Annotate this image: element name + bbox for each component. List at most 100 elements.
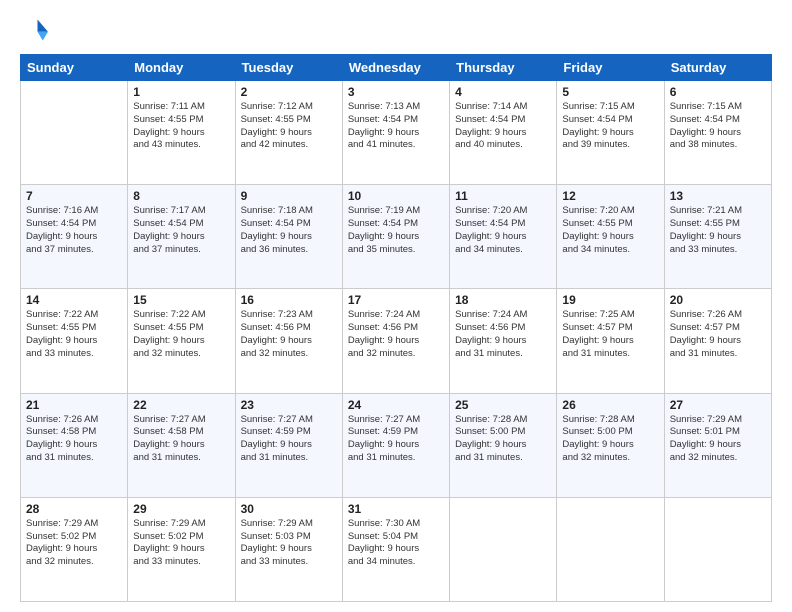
day-info: Sunrise: 7:24 AMSunset: 4:56 PMDaylight:…: [455, 309, 551, 360]
day-number: 5: [562, 85, 658, 99]
day-number: 9: [241, 189, 337, 203]
table-row: 10 Sunrise: 7:19 AMSunset: 4:54 PMDayligh…: [342, 185, 449, 289]
col-sunday: Sunday: [21, 55, 128, 81]
calendar-week-row: 28 Sunrise: 7:29 AMSunset: 5:02 PMDayligh…: [21, 497, 772, 601]
table-row: 29 Sunrise: 7:29 AMSunset: 5:02 PMDayligh…: [128, 497, 235, 601]
day-info: Sunrise: 7:29 AMSunset: 5:02 PMDaylight:…: [26, 518, 122, 569]
table-row: 3Sunrise: 7:13 AMSunset: 4:54 PMDaylight…: [342, 81, 449, 185]
day-info: Sunrise: 7:23 AMSunset: 4:56 PMDaylight:…: [241, 309, 337, 360]
day-info: Sunrise: 7:20 AMSunset: 4:54 PMDaylight:…: [455, 205, 551, 256]
day-number: 22: [133, 398, 229, 412]
day-info: Sunrise: 7:29 AMSunset: 5:01 PMDaylight:…: [670, 414, 766, 465]
calendar-week-row: 7 Sunrise: 7:16 AMSunset: 4:54 PMDaylight…: [21, 185, 772, 289]
col-saturday: Saturday: [664, 55, 771, 81]
day-info: Sunrise: 7:28 AMSunset: 5:00 PMDaylight:…: [455, 414, 551, 465]
table-row: 30 Sunrise: 7:29 AMSunset: 5:03 PMDayligh…: [235, 497, 342, 601]
day-info: Sunrise: 7:15 AMSunset: 4:54 PMDaylight:…: [562, 101, 658, 152]
day-number: 4: [455, 85, 551, 99]
table-row: 14 Sunrise: 7:22 AMSunset: 4:55 PMDayligh…: [21, 289, 128, 393]
table-row: 9 Sunrise: 7:18 AMSunset: 4:54 PMDaylight…: [235, 185, 342, 289]
day-info: Sunrise: 7:27 AMSunset: 4:58 PMDaylight:…: [133, 414, 229, 465]
table-row: 16Sunrise: 7:23 AMSunset: 4:56 PMDayligh…: [235, 289, 342, 393]
table-row: 6Sunrise: 7:15 AMSunset: 4:54 PMDaylight…: [664, 81, 771, 185]
table-row: 23 Sunrise: 7:27 AMSunset: 4:59 PMDayligh…: [235, 393, 342, 497]
day-number: 20: [670, 293, 766, 307]
table-row: [450, 497, 557, 601]
table-row: 5 Sunrise: 7:15 AMSunset: 4:54 PMDaylight…: [557, 81, 664, 185]
day-number: 11: [455, 189, 551, 203]
col-friday: Friday: [557, 55, 664, 81]
day-number: 24: [348, 398, 444, 412]
day-info: Sunrise: 7:24 AMSunset: 4:56 PMDaylight:…: [348, 309, 444, 360]
table-row: 2Sunrise: 7:12 AMSunset: 4:55 PMDaylight…: [235, 81, 342, 185]
day-info: Sunrise: 7:22 AMSunset: 4:55 PMDaylight:…: [26, 309, 122, 360]
table-row: 26 Sunrise: 7:28 AMSunset: 5:00 PMDayligh…: [557, 393, 664, 497]
table-row: 17Sunrise: 7:24 AMSunset: 4:56 PMDayligh…: [342, 289, 449, 393]
table-row: 28 Sunrise: 7:29 AMSunset: 5:02 PMDayligh…: [21, 497, 128, 601]
day-info: Sunrise: 7:19 AMSunset: 4:54 PMDaylight:…: [348, 205, 444, 256]
table-row: 11 Sunrise: 7:20 AMSunset: 4:54 PMDayligh…: [450, 185, 557, 289]
col-monday: Monday: [128, 55, 235, 81]
day-number: 1: [133, 85, 229, 99]
calendar: Sunday Monday Tuesday Wednesday Thursday…: [20, 54, 772, 602]
day-info: Sunrise: 7:16 AMSunset: 4:54 PMDaylight:…: [26, 205, 122, 256]
table-row: 24 Sunrise: 7:27 AMSunset: 4:59 PMDayligh…: [342, 393, 449, 497]
table-row: 22 Sunrise: 7:27 AMSunset: 4:58 PMDayligh…: [128, 393, 235, 497]
day-info: Sunrise: 7:15 AMSunset: 4:54 PMDaylight:…: [670, 101, 766, 152]
table-row: [21, 81, 128, 185]
day-number: 25: [455, 398, 551, 412]
table-row: 19 Sunrise: 7:25 AMSunset: 4:57 PMDayligh…: [557, 289, 664, 393]
table-row: [664, 497, 771, 601]
table-row: 1 Sunrise: 7:11 AMSunset: 4:55 PMDaylight…: [128, 81, 235, 185]
day-info: Sunrise: 7:25 AMSunset: 4:57 PMDaylight:…: [562, 309, 658, 360]
table-row: 7 Sunrise: 7:16 AMSunset: 4:54 PMDaylight…: [21, 185, 128, 289]
table-row: 21Sunrise: 7:26 AMSunset: 4:58 PMDayligh…: [21, 393, 128, 497]
logo-icon: [20, 16, 48, 44]
day-info: Sunrise: 7:21 AMSunset: 4:55 PMDaylight:…: [670, 205, 766, 256]
day-info: Sunrise: 7:18 AMSunset: 4:54 PMDaylight:…: [241, 205, 337, 256]
header: [20, 16, 772, 44]
col-tuesday: Tuesday: [235, 55, 342, 81]
day-info: Sunrise: 7:27 AMSunset: 4:59 PMDaylight:…: [241, 414, 337, 465]
logo: [20, 16, 52, 44]
day-number: 15: [133, 293, 229, 307]
day-number: 7: [26, 189, 122, 203]
table-row: 25 Sunrise: 7:28 AMSunset: 5:00 PMDayligh…: [450, 393, 557, 497]
day-number: 13: [670, 189, 766, 203]
day-number: 12: [562, 189, 658, 203]
calendar-week-row: 14 Sunrise: 7:22 AMSunset: 4:55 PMDayligh…: [21, 289, 772, 393]
day-info: Sunrise: 7:29 AMSunset: 5:03 PMDaylight:…: [241, 518, 337, 569]
col-wednesday: Wednesday: [342, 55, 449, 81]
day-number: 8: [133, 189, 229, 203]
table-row: 4 Sunrise: 7:14 AMSunset: 4:54 PMDaylight…: [450, 81, 557, 185]
day-info: Sunrise: 7:14 AMSunset: 4:54 PMDaylight:…: [455, 101, 551, 152]
table-row: 18 Sunrise: 7:24 AMSunset: 4:56 PMDayligh…: [450, 289, 557, 393]
day-number: 23: [241, 398, 337, 412]
day-info: Sunrise: 7:29 AMSunset: 5:02 PMDaylight:…: [133, 518, 229, 569]
calendar-week-row: 1 Sunrise: 7:11 AMSunset: 4:55 PMDaylight…: [21, 81, 772, 185]
table-row: 20Sunrise: 7:26 AMSunset: 4:57 PMDayligh…: [664, 289, 771, 393]
day-number: 19: [562, 293, 658, 307]
day-info: Sunrise: 7:28 AMSunset: 5:00 PMDaylight:…: [562, 414, 658, 465]
day-number: 28: [26, 502, 122, 516]
day-number: 26: [562, 398, 658, 412]
day-info: Sunrise: 7:11 AMSunset: 4:55 PMDaylight:…: [133, 101, 229, 152]
table-row: 13 Sunrise: 7:21 AMSunset: 4:55 PMDayligh…: [664, 185, 771, 289]
day-number: 31: [348, 502, 444, 516]
day-number: 3: [348, 85, 444, 99]
table-row: 15Sunrise: 7:22 AMSunset: 4:55 PMDayligh…: [128, 289, 235, 393]
table-row: [557, 497, 664, 601]
day-number: 29: [133, 502, 229, 516]
day-number: 14: [26, 293, 122, 307]
day-info: Sunrise: 7:26 AMSunset: 4:58 PMDaylight:…: [26, 414, 122, 465]
col-thursday: Thursday: [450, 55, 557, 81]
day-number: 10: [348, 189, 444, 203]
day-number: 30: [241, 502, 337, 516]
table-row: 12Sunrise: 7:20 AMSunset: 4:55 PMDayligh…: [557, 185, 664, 289]
day-number: 27: [670, 398, 766, 412]
day-info: Sunrise: 7:17 AMSunset: 4:54 PMDaylight:…: [133, 205, 229, 256]
day-number: 18: [455, 293, 551, 307]
day-info: Sunrise: 7:27 AMSunset: 4:59 PMDaylight:…: [348, 414, 444, 465]
day-info: Sunrise: 7:30 AMSunset: 5:04 PMDaylight:…: [348, 518, 444, 569]
calendar-header-row: Sunday Monday Tuesday Wednesday Thursday…: [21, 55, 772, 81]
